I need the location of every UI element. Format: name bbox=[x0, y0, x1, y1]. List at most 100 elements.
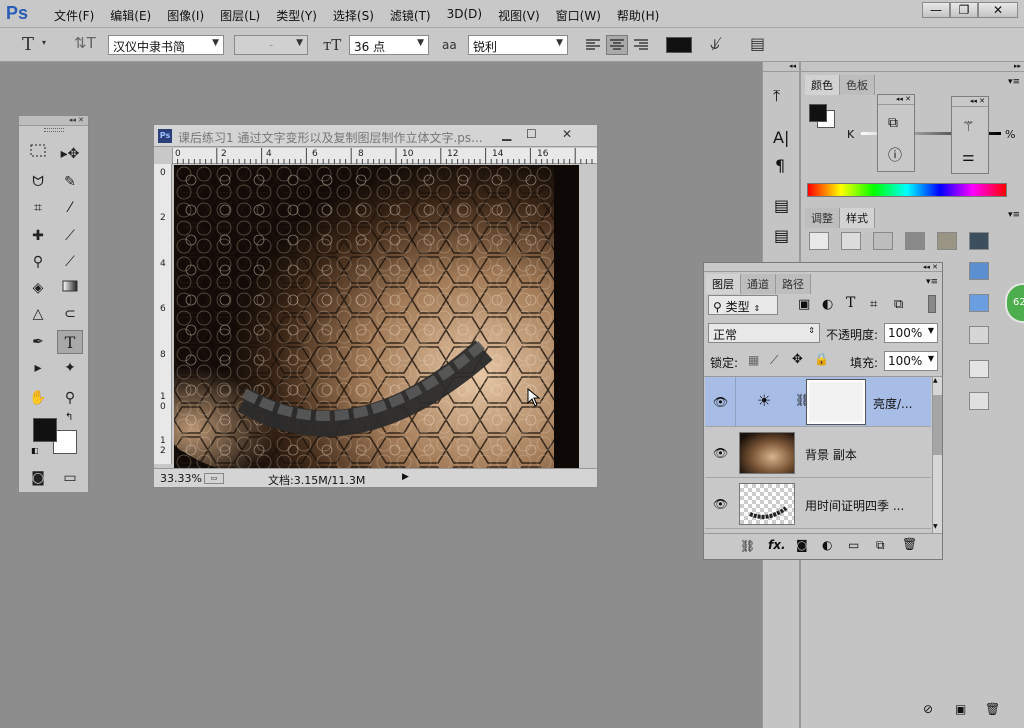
visibility-eye-icon[interactable]: 👁 bbox=[713, 395, 728, 409]
zoom-level[interactable]: 33.33% bbox=[160, 472, 202, 485]
character-panel-icon[interactable]: ▤ bbox=[750, 34, 765, 53]
menu-help[interactable]: 帮助(H) bbox=[609, 7, 667, 24]
tab-channels[interactable]: 通道 bbox=[741, 274, 776, 294]
filter-adjust-icon[interactable]: ◐ bbox=[822, 297, 833, 312]
marquee-tool-icon[interactable] bbox=[25, 142, 51, 166]
mini-panel-header[interactable]: ◂◂ ✕ bbox=[952, 97, 988, 107]
move-tool-icon[interactable]: ▸✥ bbox=[57, 142, 83, 166]
eraser-tool-icon[interactable]: ◈ bbox=[25, 276, 51, 300]
style-swatch[interactable] bbox=[969, 326, 989, 344]
clone-stamp-icon[interactable]: ⚲ bbox=[25, 250, 51, 274]
trash-icon[interactable]: 🗑 bbox=[902, 537, 917, 551]
screen-mode-icon[interactable]: ▭ bbox=[57, 466, 83, 490]
type-tool-icon[interactable]: T bbox=[57, 330, 83, 354]
menu-edit[interactable]: 编辑(E) bbox=[102, 7, 159, 24]
menu-select[interactable]: 选择(S) bbox=[325, 7, 382, 24]
fx-icon[interactable]: fx. bbox=[768, 538, 786, 552]
orientation-toggle-icon[interactable]: ⇅T bbox=[74, 34, 96, 52]
history-icon[interactable]: ⤒ bbox=[773, 86, 780, 106]
panel-menu-icon[interactable]: ▾≡ bbox=[1008, 210, 1020, 220]
panel-menu-icon[interactable]: ▾≡ bbox=[926, 277, 938, 287]
lock-move-icon[interactable]: ✥ bbox=[792, 352, 803, 367]
doc-restore-button[interactable]: ☐ bbox=[526, 127, 537, 141]
image-canvas[interactable] bbox=[174, 165, 579, 468]
visibility-eye-icon[interactable]: 👁 bbox=[713, 497, 728, 511]
type-tool-icon[interactable]: T bbox=[22, 34, 34, 55]
gradient-tool-icon[interactable] bbox=[57, 276, 83, 300]
swap-colors-icon[interactable]: ↰ bbox=[65, 412, 73, 423]
brush-tool-icon[interactable]: ⟋ bbox=[57, 224, 83, 248]
close-button[interactable]: ✕ bbox=[978, 2, 1018, 18]
crop-tool-icon[interactable]: ⌗ bbox=[25, 196, 51, 220]
filter-type-icon[interactable]: T bbox=[846, 295, 855, 311]
quick-select-icon[interactable]: ✎ bbox=[57, 170, 83, 194]
paragraph-icon[interactable]: ¶ bbox=[775, 156, 785, 175]
menu-window[interactable]: 窗口(W) bbox=[548, 7, 609, 24]
notes-icon[interactable]: ▤ bbox=[774, 226, 789, 245]
fill-input[interactable]: 100% ▼ bbox=[884, 351, 938, 371]
scroll-down-icon[interactable]: ▼ bbox=[933, 523, 938, 530]
default-colors-icon[interactable]: ◧ bbox=[31, 446, 39, 455]
document-title-bar[interactable]: Ps 课后练习1 通过文字变形以及复制图层制作立体文字.ps... ▁ ☐ ✕ bbox=[154, 125, 597, 147]
panel-menu-icon[interactable]: ▾≡ bbox=[1008, 77, 1020, 87]
pen-tool-icon[interactable]: ✒ bbox=[25, 330, 51, 354]
tab-styles[interactable]: 样式 bbox=[840, 208, 875, 228]
hand-tool-icon[interactable]: ✋ bbox=[25, 386, 51, 410]
eyedropper-icon[interactable]: ⁄ bbox=[57, 196, 83, 220]
text-color-swatch[interactable] bbox=[666, 37, 692, 53]
menu-filter[interactable]: 滤镜(T) bbox=[382, 7, 439, 24]
chevron-down-icon[interactable]: ▾ bbox=[42, 38, 46, 47]
scroll-up-icon[interactable]: ▲ bbox=[933, 377, 938, 384]
dodge-tool-icon[interactable]: ⊂ bbox=[57, 302, 83, 326]
menu-image[interactable]: 图像(I) bbox=[159, 7, 212, 24]
filter-smart-icon[interactable]: ⧉ bbox=[894, 297, 903, 312]
align-right-button[interactable] bbox=[630, 35, 652, 55]
filter-toggle[interactable] bbox=[928, 295, 936, 313]
style-swatch[interactable] bbox=[969, 392, 989, 410]
info-icon[interactable]: ⓘ bbox=[888, 145, 902, 165]
style-swatch[interactable] bbox=[873, 232, 893, 250]
lock-brush-icon[interactable]: ⟋ bbox=[770, 353, 778, 368]
layer-name[interactable]: 用时间证明四季 ... bbox=[805, 497, 904, 514]
tab-layers[interactable]: 图层 bbox=[706, 274, 741, 294]
menu-view[interactable]: 视图(V) bbox=[490, 7, 548, 24]
status-arrow-icon[interactable]: ▶ bbox=[402, 472, 409, 482]
opacity-input[interactable]: 100% ▼ bbox=[884, 323, 938, 343]
minimize-button[interactable]: — bbox=[922, 2, 950, 18]
mask-icon[interactable]: ◙ bbox=[796, 538, 808, 552]
layer-mask-thumbnail[interactable] bbox=[806, 379, 866, 425]
layer-row-text[interactable]: 👁 用时间证明四季 ... bbox=[705, 479, 931, 529]
blur-tool-icon[interactable]: △ bbox=[25, 302, 51, 326]
vertical-ruler[interactable]: 0 2 4 6 8 1 0 1 2 bbox=[154, 164, 172, 464]
layer-row-brightness[interactable]: 👁 ☀ ⛓ 亮度/... bbox=[705, 377, 931, 427]
horizontal-ruler[interactable]: 0 2 4 6 8 10 12 14 16 bbox=[172, 148, 597, 164]
antialias-select[interactable]: 锐利 ▼ bbox=[468, 35, 568, 55]
lasso-tool-icon[interactable]: ᗢ bbox=[25, 170, 51, 194]
layers-scrollbar[interactable]: ▲ ▼ bbox=[932, 377, 942, 533]
brush-presets-icon[interactable]: ⚚ bbox=[962, 119, 975, 135]
doc-close-button[interactable]: ✕ bbox=[562, 127, 572, 141]
folder-icon[interactable]: ▭ bbox=[848, 538, 859, 552]
zoom-tool-icon[interactable]: ⚲ bbox=[57, 386, 83, 410]
layer-name[interactable]: 亮度/... bbox=[873, 395, 913, 412]
no-style-icon[interactable]: ⊘ bbox=[923, 702, 933, 716]
font-family-select[interactable]: 汉仪中隶书简 ▼ bbox=[108, 35, 224, 55]
lock-all-icon[interactable]: 🔒 bbox=[814, 352, 829, 366]
link-icon[interactable]: ⛓ bbox=[740, 539, 755, 553]
tool-presets-icon[interactable]: ⚌ bbox=[962, 149, 975, 165]
color-spectrum[interactable] bbox=[807, 183, 1007, 197]
toolbox-header[interactable]: ◂◂ ✕ bbox=[19, 116, 88, 126]
layer-row-background-copy[interactable]: 👁 背景 副本 bbox=[705, 428, 931, 478]
menu-layer[interactable]: 图层(L) bbox=[212, 7, 268, 24]
menu-file[interactable]: 文件(F) bbox=[46, 7, 102, 24]
healing-brush-icon[interactable]: ✚ bbox=[25, 224, 51, 248]
visibility-eye-icon[interactable]: 👁 bbox=[713, 446, 728, 460]
warp-text-icon[interactable]: ⫝̸ bbox=[710, 34, 720, 54]
info-panel-icon[interactable]: ▤ bbox=[774, 196, 789, 215]
blend-mode-select[interactable]: 正常 ⇕ bbox=[708, 323, 820, 343]
tab-paths[interactable]: 路径 bbox=[776, 274, 811, 294]
style-swatch[interactable] bbox=[905, 232, 925, 250]
strip-header[interactable]: ◂◂ bbox=[763, 62, 799, 72]
doc-minimize-button[interactable]: ▁ bbox=[502, 127, 511, 141]
font-style-select[interactable]: - ▼ bbox=[234, 35, 308, 55]
